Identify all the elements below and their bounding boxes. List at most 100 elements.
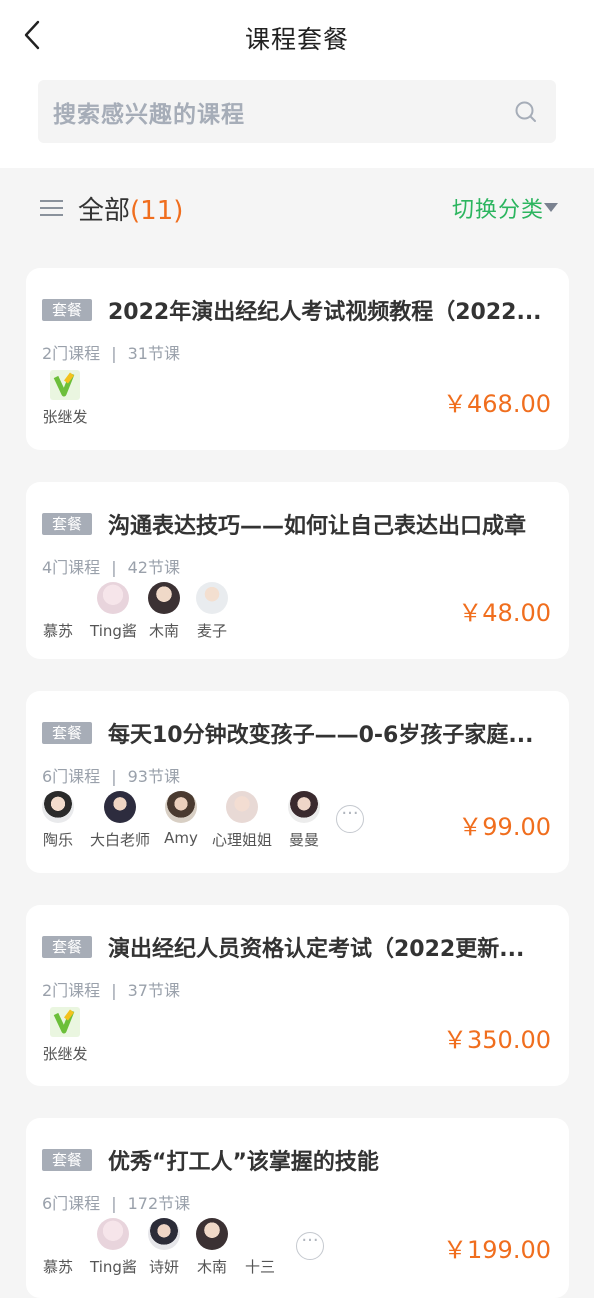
teacher-name: 木南 [148, 622, 179, 640]
course-title[interactable]: 沟通表达技巧——如何让自己表达出口成章 [108, 508, 558, 540]
course-price: ￥199.00 [443, 1236, 551, 1264]
course-meta: 6门课程 | 93节课 [42, 763, 180, 787]
page-title: 课程套餐 [244, 25, 349, 54]
teacher-item[interactable]: 陶乐 [42, 791, 74, 850]
teacher-name: 大白老师 [89, 831, 150, 849]
brand-logo-icon [50, 1007, 80, 1037]
more-teachers-icon[interactable]: ··· [296, 1232, 324, 1260]
teacher-name: 陶乐 [42, 831, 73, 849]
course-card[interactable]: 套餐 优秀“打工人”该掌握的技能 6门课程 | 172节课 慕苏 Ting酱 诗妍 … [26, 1118, 569, 1298]
avatar [148, 1218, 180, 1250]
teacher-item[interactable]: Ting酱 [90, 1218, 137, 1277]
teacher-item[interactable]: 十三 [244, 1218, 276, 1277]
avatar [165, 791, 197, 823]
avatar [196, 1218, 228, 1250]
lesson-count: 42节课 [127, 558, 180, 577]
search-icon[interactable] [514, 100, 538, 124]
meta-separator: | [111, 1194, 117, 1213]
course-title[interactable]: 2022年演出经纪人考试视频教程（2022... [108, 294, 558, 326]
teacher-name: Amy [164, 829, 198, 847]
course-meta: 4门课程 | 42节课 [42, 554, 180, 578]
search-placeholder: 搜索感兴趣的课程 [53, 102, 245, 128]
course-meta: 2门课程 | 31节课 [42, 340, 180, 364]
search-input[interactable]: 搜索感兴趣的课程 [38, 80, 556, 143]
teacher-name: 张继发 [42, 1045, 88, 1063]
course-count: 4门课程 [42, 558, 101, 577]
course-price: ￥99.00 [458, 813, 551, 841]
category-count-close: ) [173, 196, 184, 226]
package-tag: 套餐 [42, 936, 92, 958]
course-card[interactable]: 套餐 沟通表达技巧——如何让自己表达出口成章 4门课程 | 42节课 慕苏 Ting… [26, 482, 569, 659]
avatar [288, 791, 320, 823]
avatar [97, 1218, 129, 1250]
course-price: ￥350.00 [443, 1026, 551, 1054]
package-tag: 套餐 [42, 299, 92, 321]
teacher-item[interactable]: 木南 [196, 1218, 228, 1277]
category-count-open: ( [130, 196, 141, 226]
teacher-item[interactable]: 慕苏 [42, 582, 74, 641]
category-label: 全部 [78, 196, 131, 226]
package-tag: 套餐 [42, 722, 92, 744]
teacher-name: 张继发 [42, 408, 88, 426]
course-price: ￥468.00 [443, 390, 551, 418]
category-count: 11 [140, 196, 174, 226]
teacher-item[interactable]: 慕苏 [42, 1218, 74, 1277]
package-tag: 套餐 [42, 513, 92, 535]
teacher-item[interactable]: 曼曼 [288, 791, 320, 850]
meta-separator: | [111, 344, 117, 363]
meta-separator: | [111, 981, 117, 1000]
course-card[interactable]: 套餐 演出经纪人员资格认定考试（2022更新... 2门课程 | 37节课 张继发 … [26, 905, 569, 1086]
avatar [42, 582, 74, 614]
menu-icon[interactable] [40, 199, 63, 217]
avatar [42, 1218, 74, 1250]
course-meta: 6门课程 | 172节课 [42, 1190, 190, 1214]
course-title[interactable]: 优秀“打工人”该掌握的技能 [108, 1144, 558, 1176]
teacher-name: 曼曼 [288, 831, 319, 849]
nav-bar: 课程套餐 [0, 0, 594, 70]
course-title[interactable]: 每天10分钟改变孩子——0-6岁孩子家庭... [108, 717, 558, 749]
teacher-item[interactable]: 张继发 [42, 368, 88, 427]
avatar [148, 582, 180, 614]
avatar [196, 582, 228, 614]
lesson-count: 93节课 [127, 767, 180, 786]
category-all[interactable]: 全部(11) [78, 190, 183, 227]
teacher-name: Ting酱 [90, 622, 137, 640]
teacher-item[interactable]: 木南 [148, 582, 180, 641]
avatar [97, 582, 129, 614]
switch-category-button[interactable]: 切换分类 [452, 192, 544, 224]
course-card[interactable]: 套餐 2022年演出经纪人考试视频教程（2022... 2门课程 | 31节课 张继… [26, 268, 569, 450]
meta-separator: | [111, 767, 117, 786]
teacher-item[interactable]: 心理姐姐 [210, 791, 274, 850]
teacher-name: Ting酱 [90, 1258, 137, 1276]
teacher-name: 十三 [244, 1258, 275, 1276]
brand-logo-icon [50, 370, 80, 400]
course-card[interactable]: 套餐 每天10分钟改变孩子——0-6岁孩子家庭... 6门课程 | 93节课 陶乐 … [26, 691, 569, 873]
teacher-name: 心理姐姐 [211, 831, 272, 849]
avatar [226, 791, 258, 823]
lesson-count: 31节课 [127, 344, 180, 363]
teacher-item[interactable]: 大白老师 [88, 791, 152, 850]
teacher-name: 麦子 [196, 622, 227, 640]
teacher-item[interactable]: 麦子 [196, 582, 228, 641]
teacher-item[interactable]: Amy [164, 791, 198, 847]
teacher-name: 慕苏 [42, 1258, 73, 1276]
teacher-name: 木南 [196, 1258, 227, 1276]
caret-down-icon[interactable] [544, 203, 558, 212]
course-count: 6门课程 [42, 1194, 101, 1213]
teacher-item[interactable]: 张继发 [42, 1005, 88, 1064]
teacher-item[interactable]: 诗妍 [148, 1218, 180, 1277]
avatar [42, 791, 74, 823]
package-tag: 套餐 [42, 1149, 92, 1171]
course-count: 2门课程 [42, 344, 101, 363]
lesson-count: 37节课 [127, 981, 180, 1000]
more-teachers-icon[interactable]: ··· [336, 805, 364, 833]
teacher-item[interactable]: Ting酱 [90, 582, 137, 641]
course-count: 6门课程 [42, 767, 101, 786]
course-meta: 2门课程 | 37节课 [42, 977, 180, 1001]
avatar [104, 791, 136, 823]
filter-bar: 全部(11) 切换分类 [0, 168, 594, 250]
avatar [244, 1218, 276, 1250]
teacher-name: 诗妍 [148, 1258, 179, 1276]
meta-separator: | [111, 558, 117, 577]
course-title[interactable]: 演出经纪人员资格认定考试（2022更新... [108, 931, 558, 963]
